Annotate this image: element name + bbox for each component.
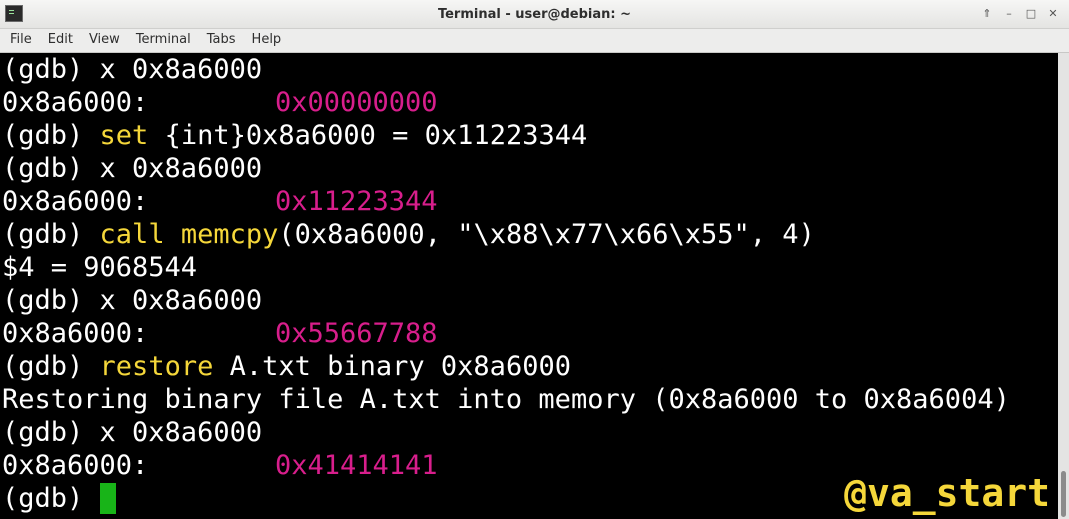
gdb-prompt: (gdb): [2, 120, 100, 151]
memory-address: 0x8a6000:: [2, 318, 149, 349]
terminal-line: 0x8a6000: 0x00000000: [2, 86, 1052, 119]
title-bar: Terminal - user@debian: ~ ⇑ – □ ✕: [0, 0, 1069, 29]
command-args: (0x8a6000, "\x88\x77\x66\x55", 4): [278, 219, 815, 250]
maximize-button[interactable]: □: [1021, 5, 1041, 23]
terminal-line: Restoring binary file A.txt into memory …: [2, 384, 1010, 415]
scrollbar-thumb[interactable]: [1061, 471, 1066, 517]
window-controls: ⇑ – □ ✕: [975, 5, 1063, 23]
menu-bar: File Edit View Terminal Tabs Help: [0, 29, 1069, 53]
gdb-prompt: (gdb): [2, 483, 100, 514]
memory-address: 0x8a6000:: [2, 450, 149, 481]
memory-value: 0x00000000: [275, 87, 438, 118]
gdb-prompt: (gdb): [2, 351, 100, 382]
terminal-line: (gdb): [2, 482, 116, 515]
memory-address: 0x8a6000:: [2, 186, 149, 217]
menu-view[interactable]: View: [81, 29, 128, 52]
menu-file[interactable]: File: [2, 29, 40, 52]
terminal-line: (gdb) restore A.txt binary 0x8a6000: [2, 350, 571, 383]
function-name: memcpy: [180, 219, 279, 250]
terminal-output[interactable]: (gdb) x 0x8a6000 0x8a6000: 0x00000000 (gd…: [0, 53, 1058, 519]
menu-terminal[interactable]: Terminal: [128, 29, 199, 52]
memory-value: 0x41414141: [275, 450, 438, 481]
minimize-button[interactable]: –: [999, 5, 1019, 23]
watermark: @va_start: [844, 471, 1050, 515]
terminal-line: (gdb) x 0x8a6000: [2, 153, 263, 184]
menu-tabs[interactable]: Tabs: [199, 29, 244, 52]
terminal-line: (gdb) call memcpy(0x8a6000, "\x88\x77\x6…: [2, 218, 815, 251]
terminal-line: 0x8a6000: 0x55667788: [2, 317, 1052, 350]
terminal-line: 0x8a6000: 0x11223344: [2, 185, 1052, 218]
memory-value: 0x11223344: [275, 186, 438, 217]
command-args: {int}0x8a6000 = 0x11223344: [148, 120, 588, 151]
terminal-line: $4 = 9068544: [2, 252, 198, 283]
menu-help[interactable]: Help: [244, 29, 290, 52]
scrollbar[interactable]: [1058, 53, 1069, 519]
menu-edit[interactable]: Edit: [40, 29, 81, 52]
window-title: Terminal - user@debian: ~: [437, 7, 632, 22]
terminal-line: (gdb) set {int}0x8a6000 = 0x11223344: [2, 119, 587, 152]
command-args: A.txt binary 0x8a6000: [213, 351, 571, 382]
memory-address: 0x8a6000:: [2, 87, 149, 118]
text-cursor: [99, 483, 116, 514]
memory-value: 0x55667788: [275, 318, 438, 349]
gdb-command: call: [99, 219, 165, 250]
close-button[interactable]: ✕: [1043, 5, 1063, 23]
gdb-command: restore: [99, 351, 214, 382]
terminal-line: (gdb) x 0x8a6000: [2, 285, 263, 316]
gdb-prompt: (gdb): [2, 219, 100, 250]
terminal-line: (gdb) x 0x8a6000: [2, 54, 263, 85]
maximize-up-button[interactable]: ⇑: [977, 5, 997, 23]
gdb-command: set: [99, 120, 149, 151]
terminal-line: (gdb) x 0x8a6000: [2, 417, 263, 448]
